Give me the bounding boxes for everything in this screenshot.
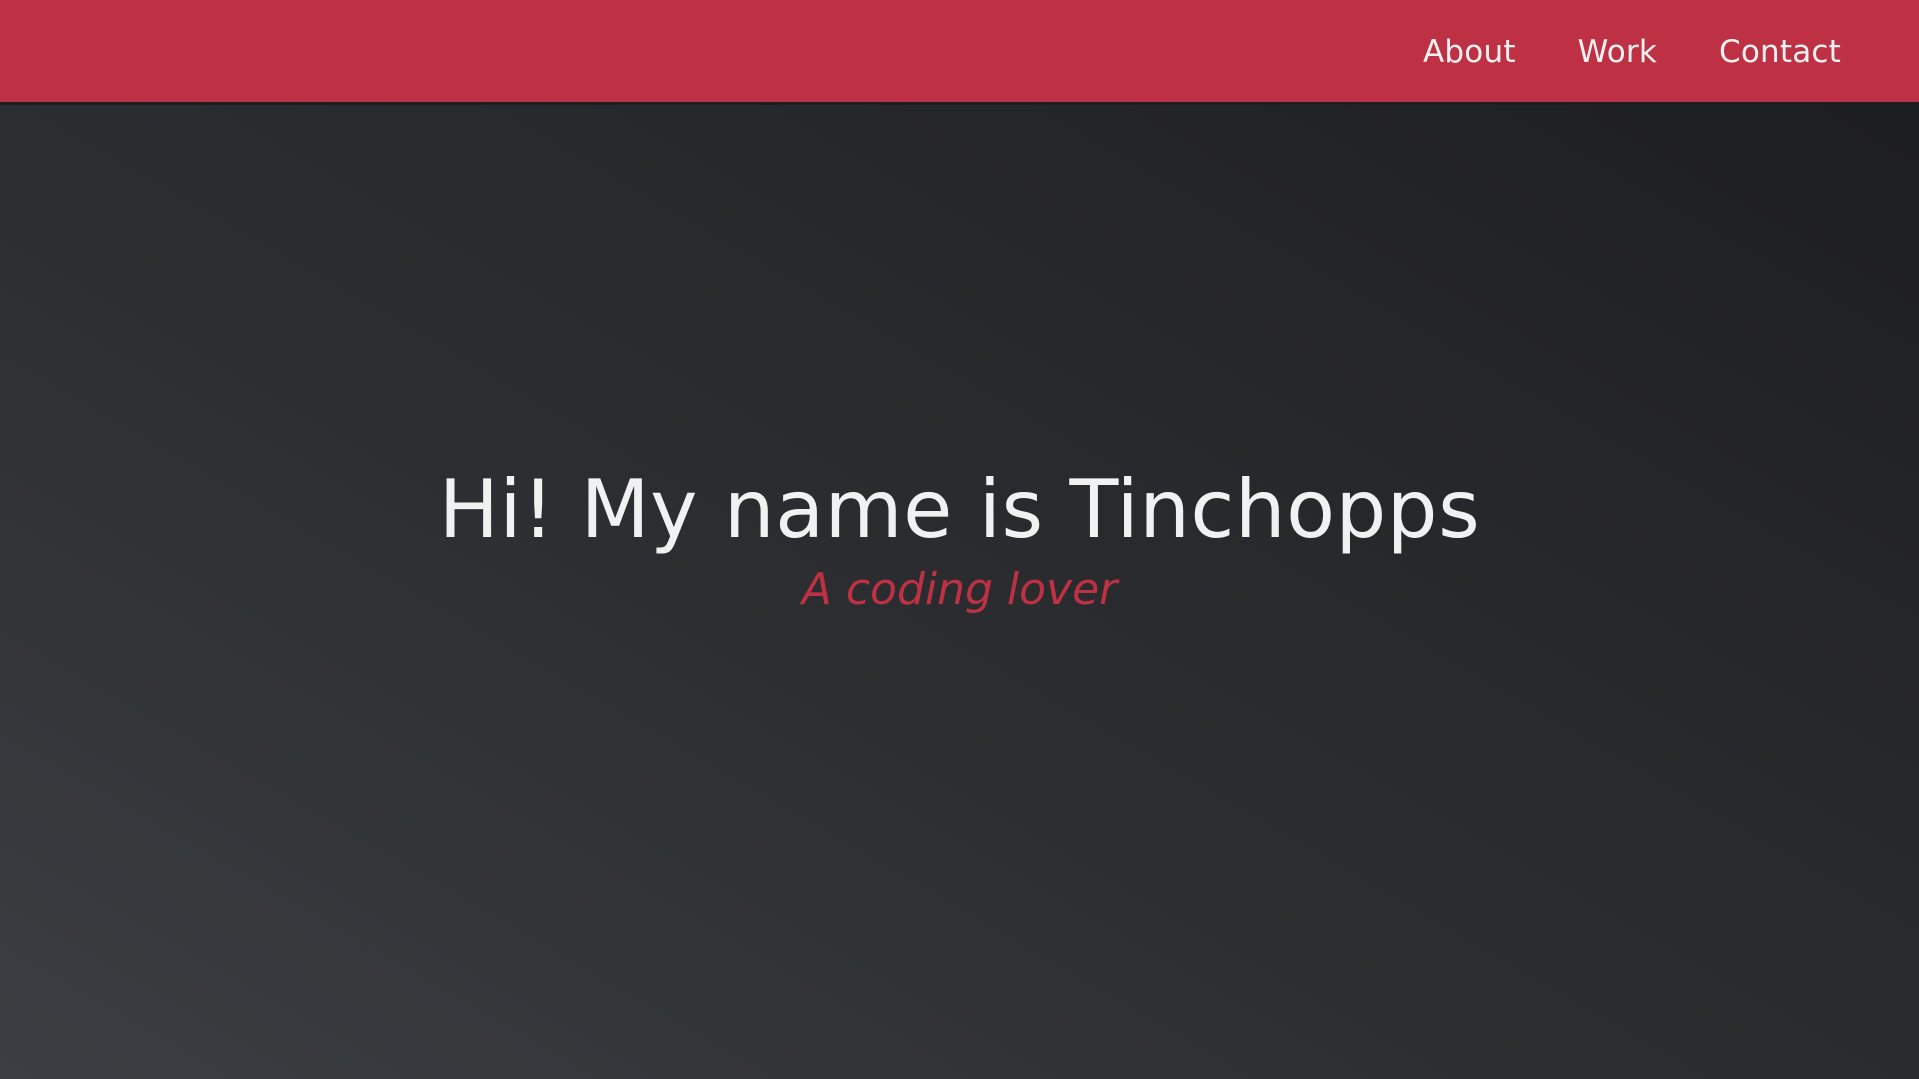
top-navbar: About Work Contact bbox=[0, 0, 1919, 105]
hero-subtitle: A coding lover bbox=[801, 564, 1118, 615]
nav-link-contact[interactable]: Contact bbox=[1719, 37, 1841, 68]
nav-link-about[interactable]: About bbox=[1423, 37, 1516, 68]
nav-link-work[interactable]: Work bbox=[1578, 37, 1657, 68]
hero-title: Hi! My name is Tinchopps bbox=[438, 463, 1481, 556]
page: About Work Contact Hi! My name is Tincho… bbox=[0, 0, 1919, 1079]
hero-section: Hi! My name is Tinchopps A coding lover bbox=[0, 460, 1919, 618]
main-nav: About Work Contact bbox=[1423, 0, 1841, 105]
